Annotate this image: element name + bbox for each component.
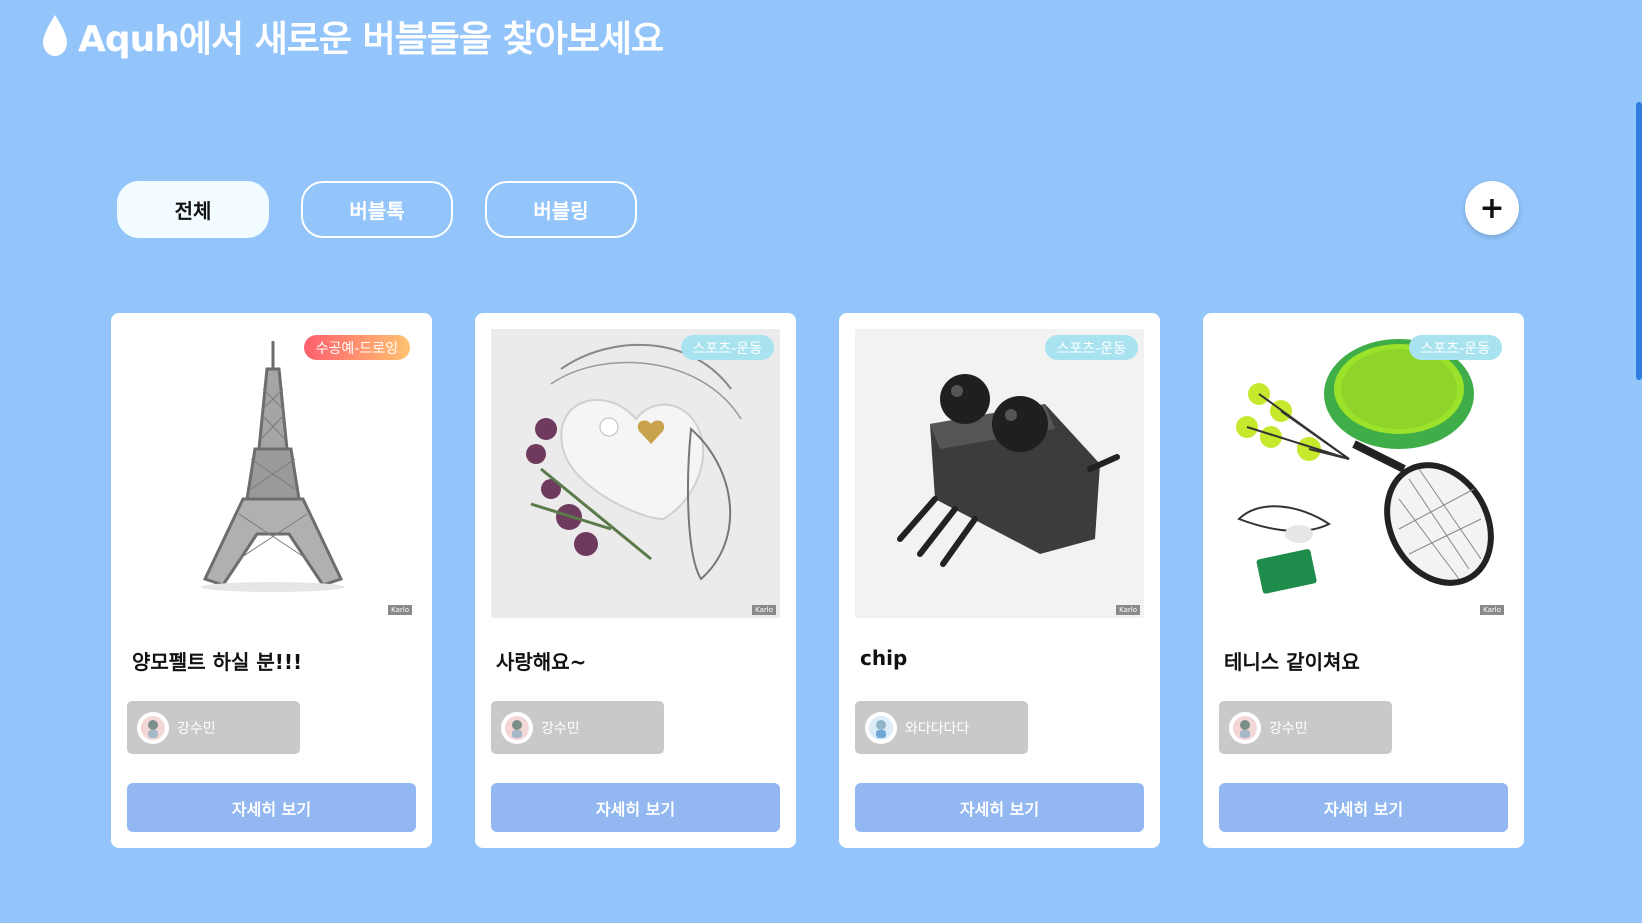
avatar <box>137 711 169 744</box>
author-name: 강수민 <box>1269 720 1308 737</box>
bubble-card[interactable]: Karlo 스포츠-운동 chip 와다다다다 자세히 보기 <box>839 313 1160 848</box>
bubble-card[interactable]: Karlo 수공예-드로잉 양모펠트 하실 분!!! 강수민 자세히 보기 <box>111 313 432 848</box>
filter-tab-bubbling[interactable]: 버블링 <box>485 181 637 238</box>
detail-button[interactable]: 자세히 보기 <box>127 783 416 832</box>
author-chip[interactable]: 강수민 <box>127 701 300 754</box>
avatar <box>1229 711 1261 744</box>
scrollbar-thumb[interactable] <box>1636 102 1642 380</box>
watermark: Karlo <box>388 605 412 615</box>
page-title: Aquh에서 새로운 버블들을 찾아보세요 <box>78 19 664 60</box>
page: Aquh에서 새로운 버블들을 찾아보세요 전체 버블톡 버블링 + Karlo… <box>0 0 1642 923</box>
detail-button[interactable]: 자세히 보기 <box>491 783 780 832</box>
card-image-heart: Karlo <box>491 329 780 618</box>
card-title: 테니스 같이쳐요 <box>1224 650 1360 674</box>
card-image-chip: Karlo <box>855 329 1144 618</box>
watermark: Karlo <box>1116 605 1140 615</box>
category-badge: 스포츠-운동 <box>680 335 774 360</box>
heart-flowers-image <box>491 329 780 618</box>
water-drop-icon <box>43 15 67 56</box>
author-name: 강수민 <box>177 720 216 737</box>
avatar <box>501 711 533 744</box>
watermark: Karlo <box>752 605 776 615</box>
card-image-eiffel-tower: Karlo <box>127 329 416 618</box>
filter-tab-bubbletalk[interactable]: 버블톡 <box>301 181 453 238</box>
author-chip[interactable]: 와다다다다 <box>855 701 1028 754</box>
card-title: 사랑해요~ <box>496 650 587 674</box>
detail-button[interactable]: 자세히 보기 <box>1219 783 1508 832</box>
bubble-card[interactable]: Karlo 스포츠-운동 사랑해요~ 강수민 자세히 보기 <box>475 313 796 848</box>
eiffel-tower-image <box>127 329 416 618</box>
tennis-gear-image <box>1219 329 1508 618</box>
header: Aquh에서 새로운 버블들을 찾아보세요 <box>40 10 664 62</box>
author-name: 와다다다다 <box>905 720 970 737</box>
chip-image <box>855 329 1144 618</box>
watermark: Karlo <box>1480 605 1504 615</box>
filter-tab-all[interactable]: 전체 <box>117 181 269 238</box>
category-badge: 수공예-드로잉 <box>303 335 410 360</box>
author-chip[interactable]: 강수민 <box>491 701 664 754</box>
detail-button[interactable]: 자세히 보기 <box>855 783 1144 832</box>
author-name: 강수민 <box>541 720 580 737</box>
bubble-card[interactable]: Karlo 스포츠-운동 테니스 같이쳐요 강수민 자세히 보기 <box>1203 313 1524 848</box>
category-badge: 스포츠-운동 <box>1408 335 1502 360</box>
card-title: 양모펠트 하실 분!!! <box>132 650 303 674</box>
card-image-tennis: Karlo <box>1219 329 1508 618</box>
plus-icon: + <box>1479 190 1505 226</box>
avatar <box>865 711 897 744</box>
add-bubble-button[interactable]: + <box>1465 181 1519 235</box>
author-chip[interactable]: 강수민 <box>1219 701 1392 754</box>
filter-tabs: 전체 버블톡 버블링 <box>117 181 637 238</box>
category-badge: 스포츠-운동 <box>1044 335 1138 360</box>
card-title: chip <box>860 646 908 670</box>
